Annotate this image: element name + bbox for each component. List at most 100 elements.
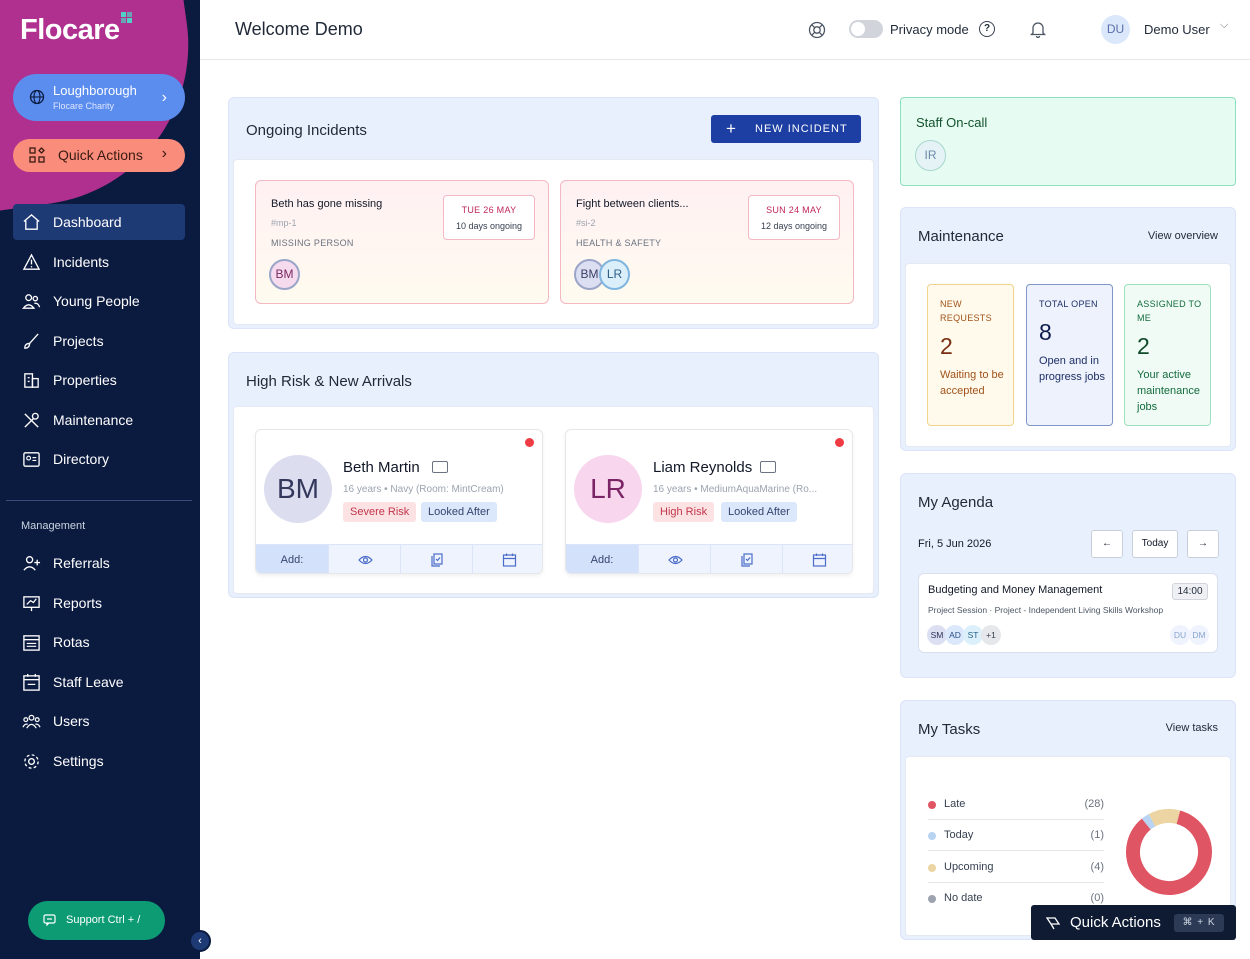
task-label: Today xyxy=(944,829,974,841)
new-incident-button[interactable]: + NEW INCIDENT xyxy=(711,115,861,143)
avatar[interactable]: BM xyxy=(269,259,300,290)
plus-icon: + xyxy=(726,119,737,138)
sidebar-item-referrals[interactable]: Referrals xyxy=(13,545,185,581)
task-row-late[interactable]: Late (28) xyxy=(928,789,1104,820)
sidebar-item-dashboard[interactable]: Dashboard xyxy=(13,204,185,240)
sidebar-item-reports[interactable]: Reports xyxy=(13,585,185,621)
incident-card[interactable]: Fight between clients... #si-2 HEALTH & … xyxy=(560,180,854,304)
add-event-button[interactable] xyxy=(472,545,542,573)
lifebuoy-icon[interactable] xyxy=(808,21,826,39)
stat-heading: ASSIGNED TO ME xyxy=(1137,299,1202,323)
calendar-icon xyxy=(502,553,517,567)
total-open-stat[interactable]: TOTAL OPEN 8 Open and in progress jobs xyxy=(1026,284,1113,426)
task-row-upcoming[interactable]: Upcoming (4) xyxy=(928,852,1104,883)
view-tasks-link[interactable]: View tasks xyxy=(1166,722,1218,734)
view-button[interactable] xyxy=(328,545,400,573)
sidebar-item-maintenance[interactable]: Maintenance xyxy=(13,402,185,438)
ongoing-incidents-panel: Ongoing Incidents + NEW INCIDENT Beth ha… xyxy=(228,97,879,329)
incident-title: Beth has gone missing xyxy=(271,198,383,210)
add-event-button[interactable] xyxy=(782,545,852,573)
gear-icon xyxy=(24,753,39,769)
panel-title: Maintenance xyxy=(918,228,1004,245)
stat-heading: TOTAL OPEN xyxy=(1039,299,1098,309)
privacy-mode-toggle[interactable] xyxy=(849,20,883,38)
next-day-button[interactable]: → xyxy=(1187,530,1219,558)
sidebar-item-rotas[interactable]: Rotas xyxy=(13,624,185,660)
user-name[interactable]: Demo User xyxy=(1144,22,1210,37)
quick-actions-popover-button[interactable]: Quick Actions ⌘ + K xyxy=(1031,905,1236,940)
task-label: Late xyxy=(944,798,966,810)
quick-actions-button[interactable]: Quick Actions › xyxy=(13,139,185,172)
avatar[interactable]: IR xyxy=(915,140,946,171)
maintenance-panel: Maintenance View overview NEW REQUESTS 2… xyxy=(900,207,1236,451)
id-card-icon[interactable] xyxy=(432,461,448,473)
sidebar-item-label: Referrals xyxy=(53,555,110,571)
id-card-icon[interactable] xyxy=(760,461,776,473)
young-person-card[interactable]: LR Liam Reynolds 16 years • MediumAquaMa… xyxy=(565,429,853,574)
status-badge: Looked After xyxy=(721,502,797,522)
incident-date: SUN 24 MAY xyxy=(766,205,822,215)
sidebar-item-label: Staff Leave xyxy=(53,673,124,690)
sidebar: Flocare Loughborough Flocare Charity › Q… xyxy=(0,0,200,959)
view-overview-link[interactable]: View overview xyxy=(1148,230,1218,242)
sidebar-item-young-people[interactable]: Young People xyxy=(13,283,185,319)
stat-value: 8 xyxy=(1039,319,1052,345)
sidebar-item-label: Properties xyxy=(53,372,117,388)
my-tasks-panel: My Tasks View tasks Late (28) Today (1) … xyxy=(900,700,1236,940)
collapse-sidebar-button[interactable]: ‹ xyxy=(189,930,211,952)
incident-duration: 10 days ongoing xyxy=(455,221,523,231)
young-person-card[interactable]: BM Beth Martin 16 years • Navy (Room: Mi… xyxy=(255,429,543,574)
sidebar-item-label: Reports xyxy=(53,594,103,611)
question-icon[interactable]: ? xyxy=(979,21,995,37)
previous-day-button[interactable]: ← xyxy=(1091,530,1123,558)
attendee-avatar: SM xyxy=(927,625,947,645)
status-dot xyxy=(928,864,936,872)
today-button[interactable]: Today xyxy=(1132,530,1178,558)
sidebar-item-label: Directory xyxy=(53,451,110,467)
sidebar-item-staff-leave[interactable]: Staff Leave xyxy=(13,664,185,700)
agenda-date: Fri, 5 Jun 2026 xyxy=(918,538,992,550)
chevron-down-icon[interactable]: ⌵ xyxy=(1220,19,1228,32)
assigned-to-me-stat[interactable]: ASSIGNED TO ME 2 Your active maintenance… xyxy=(1124,284,1211,426)
support-label: Support Ctrl + / xyxy=(66,914,141,926)
new-requests-stat[interactable]: NEW REQUESTS 2 Waiting to be accepted xyxy=(927,284,1014,426)
incident-title: Fight between clients... xyxy=(576,198,689,210)
high-risk-panel: High Risk & New Arrivals BM Beth Martin … xyxy=(228,352,879,598)
organisation-subtitle: Flocare Charity xyxy=(53,101,115,111)
organisation-switcher[interactable]: Loughborough Flocare Charity › xyxy=(13,74,185,121)
user-avatar[interactable]: DU xyxy=(1101,15,1130,44)
task-count: (28) xyxy=(1084,798,1104,810)
person-meta: 16 years • Navy (Room: MintCream) xyxy=(343,484,504,495)
bell-icon[interactable] xyxy=(1029,20,1047,38)
sidebar-item-directory[interactable]: Directory xyxy=(13,441,185,477)
owner-avatar: DU xyxy=(1170,625,1190,645)
incident-card[interactable]: Beth has gone missing #mp-1 MISSING PERS… xyxy=(255,180,549,304)
agenda-event[interactable]: Budgeting and Money Management 14:00 Pro… xyxy=(918,573,1218,653)
people-icon xyxy=(22,294,41,309)
my-agenda-panel: My Agenda Fri, 5 Jun 2026 ← Today → Budg… xyxy=(900,473,1236,678)
sidebar-item-properties[interactable]: Properties xyxy=(13,362,185,398)
sidebar-item-settings[interactable]: Settings xyxy=(13,743,185,779)
task-row-today[interactable]: Today (1) xyxy=(928,820,1104,851)
incidents-list: Beth has gone missing #mp-1 MISSING PERS… xyxy=(233,159,874,325)
add-label: Add: xyxy=(256,545,328,573)
alert-dot xyxy=(835,438,844,447)
avatar: BM xyxy=(264,455,332,523)
stat-description: Open and in progress jobs xyxy=(1039,355,1106,383)
logo[interactable]: Flocare xyxy=(20,14,120,47)
panel-title: Ongoing Incidents xyxy=(246,122,367,139)
risk-badge: High Risk xyxy=(653,502,715,522)
add-note-button[interactable] xyxy=(400,545,472,573)
support-button[interactable]: Support Ctrl + / xyxy=(28,901,165,940)
event-time: 14:00 xyxy=(1172,583,1208,600)
sidebar-item-users[interactable]: Users xyxy=(13,703,185,739)
sidebar-item-incidents[interactable]: Incidents xyxy=(13,244,185,280)
person-name: Beth Martin xyxy=(343,459,420,476)
avatar[interactable]: LR xyxy=(599,259,630,290)
view-button[interactable] xyxy=(638,545,710,573)
panel-title: My Agenda xyxy=(918,494,994,511)
sidebar-item-projects[interactable]: Projects xyxy=(13,323,185,359)
add-note-button[interactable] xyxy=(710,545,782,573)
warning-icon xyxy=(22,252,41,270)
task-label: Upcoming xyxy=(944,861,994,873)
